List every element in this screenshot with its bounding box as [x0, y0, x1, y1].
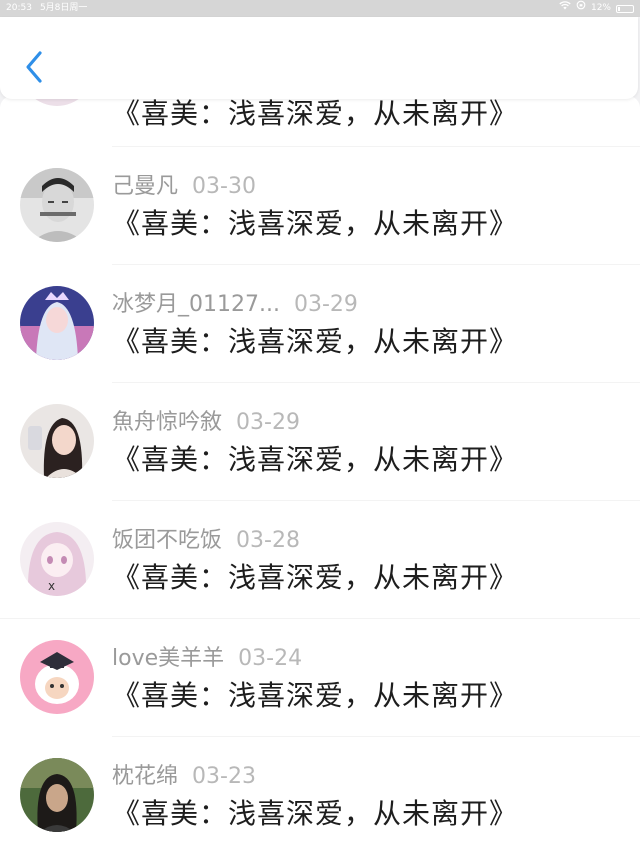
- comment-date: 03-29: [236, 410, 300, 435]
- wifi-icon: [559, 0, 571, 17]
- comment-meta: 己曼凡 03-30: [112, 168, 256, 200]
- avatar[interactable]: [20, 404, 94, 478]
- svg-text:x: x: [48, 579, 55, 593]
- comment-text: 《喜美：浅喜深爱，从未离开》: [112, 561, 519, 594]
- comment-text: 《喜美：浅喜深爱，从未离开》: [112, 679, 519, 712]
- avatar[interactable]: [20, 286, 94, 360]
- avatar[interactable]: x: [20, 522, 94, 596]
- list-item[interactable]: x 饭团不吃饭 03-28 《喜美：浅喜深爱，从未离开》: [0, 498, 640, 616]
- back-button[interactable]: [20, 47, 50, 87]
- comment-date: 03-28: [236, 528, 300, 553]
- list-item[interactable]: 魚舟惊吟敘 03-29 《喜美：浅喜深爱，从未离开》: [0, 380, 640, 498]
- battery-fill: [618, 6, 620, 11]
- comment-date: 03-29: [293, 292, 358, 317]
- status-time: 20:53: [6, 3, 32, 13]
- nav-header: [0, 17, 638, 99]
- comment-meta: 枕花绵 03-23: [112, 758, 256, 790]
- orientation-lock-icon: [576, 0, 586, 17]
- status-bar: 20:53 5月8日周一 12%: [0, 0, 640, 17]
- divider: [112, 500, 640, 501]
- comment-meta: 魚舟惊吟敘 03-29: [112, 404, 300, 436]
- divider: [0, 618, 640, 619]
- avatar[interactable]: [20, 758, 94, 832]
- username[interactable]: 枕花绵: [112, 764, 178, 789]
- battery-icon: [616, 4, 634, 13]
- divider: [112, 146, 640, 147]
- comment-text: 《喜美：浅喜深爱，从未离开》: [112, 443, 519, 476]
- comment-text: 《喜美：浅喜深爱，从未离开》: [112, 97, 519, 130]
- list-item[interactable]: 枕花绵 03-23 《喜美：浅喜深爱，从未离开》: [0, 734, 640, 852]
- comment-text: 《喜美：浅喜深爱，从未离开》: [112, 207, 519, 240]
- comment-date: 03-23: [192, 764, 256, 789]
- divider: [112, 736, 640, 737]
- list-item[interactable]: 冰梦月_01127... 03-29 《喜美：浅喜深爱，从未离开》: [0, 262, 640, 380]
- chevron-left-icon: [26, 51, 42, 83]
- list-item[interactable]: 己曼凡 03-30 《喜美：浅喜深爱，从未离开》: [0, 144, 640, 262]
- username[interactable]: love美羊羊: [112, 646, 224, 671]
- list-item[interactable]: 《喜美：浅喜深爱，从未离开》: [0, 96, 640, 130]
- comment-text: 《喜美：浅喜深爱，从未离开》: [112, 797, 519, 830]
- comment-text: 《喜美：浅喜深爱，从未离开》: [112, 325, 519, 358]
- list-item[interactable]: love美羊羊 03-24 《喜美：浅喜深爱，从未离开》: [0, 616, 640, 734]
- username[interactable]: 己曼凡: [112, 174, 178, 199]
- comment-list[interactable]: 《喜美：浅喜深爱，从未离开》 己曼凡 03-30 《喜美：浅喜深爱，从未离开》: [0, 96, 640, 853]
- divider: [112, 382, 640, 383]
- comment-meta: love美羊羊 03-24: [112, 640, 302, 672]
- username[interactable]: 饭团不吃饭: [112, 528, 222, 553]
- battery-percent: 12%: [590, 3, 611, 13]
- username[interactable]: 冰梦月_01127...: [112, 292, 280, 317]
- avatar[interactable]: [20, 640, 94, 714]
- username[interactable]: 魚舟惊吟敘: [112, 410, 222, 435]
- status-date: 5月8日周一: [39, 3, 88, 13]
- comment-meta: 饭团不吃饭 03-28: [112, 522, 300, 554]
- comment-date: 03-30: [192, 174, 256, 199]
- divider: [112, 264, 640, 265]
- avatar[interactable]: [20, 168, 94, 242]
- comment-meta: 冰梦月_01127... 03-29: [112, 286, 358, 318]
- comment-date: 03-24: [238, 646, 303, 671]
